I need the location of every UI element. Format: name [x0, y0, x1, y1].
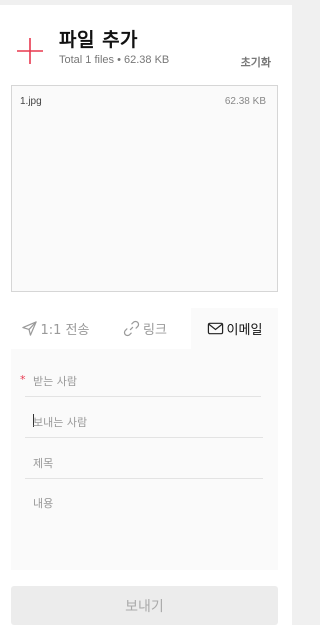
sender-field[interactable]: 보내는 사람 — [25, 397, 263, 438]
sender-placeholder: 보내는 사람 — [33, 416, 88, 429]
add-file-button[interactable] — [14, 35, 46, 67]
subject-placeholder: 제목 — [33, 457, 54, 470]
recipient-placeholder: 받는 사람 — [33, 375, 77, 388]
file-list-item[interactable]: 1.jpg 62.38 KB — [12, 86, 277, 108]
message-placeholder[interactable]: 내용 — [33, 495, 53, 511]
email-form: * 받는 사람 보내는 사람 제목 내용 — [11, 349, 278, 570]
send-icon — [21, 321, 37, 336]
file-size: 62.38 KB — [224, 96, 266, 107]
tab-label: 링크 — [143, 323, 167, 338]
link-icon — [123, 320, 140, 337]
subject-field[interactable]: 제목 — [25, 438, 263, 479]
file-list[interactable]: 1.jpg 62.38 KB — [11, 85, 278, 292]
file-transfer-panel: 파일 추가 Total 1 files • 62.38 KB 초기화 1.jpg… — [0, 5, 292, 625]
tab-email[interactable]: 이메일 — [191, 308, 278, 349]
tab-label: 이메일 — [226, 323, 263, 338]
plus-icon — [17, 38, 43, 64]
tab-link[interactable]: 링크 — [99, 308, 191, 349]
files-summary: Total 1 files • 62.38 KB — [59, 54, 170, 66]
tab-label: 1:1 전송 — [40, 323, 90, 338]
transfer-tabs: 1:1 전송 링크 이메일 — [11, 308, 278, 349]
reset-button[interactable]: 초기화 — [241, 54, 271, 70]
mail-icon — [207, 322, 223, 335]
required-mark: * — [20, 373, 26, 386]
recipient-field[interactable]: * 받는 사람 — [20, 356, 261, 397]
tab-direct-send[interactable]: 1:1 전송 — [11, 308, 99, 349]
send-button[interactable]: 보내기 — [11, 586, 278, 625]
header: 파일 추가 Total 1 files • 62.38 KB 초기화 — [0, 5, 292, 80]
file-name: 1.jpg — [20, 96, 42, 107]
page-title: 파일 추가 — [59, 29, 139, 51]
